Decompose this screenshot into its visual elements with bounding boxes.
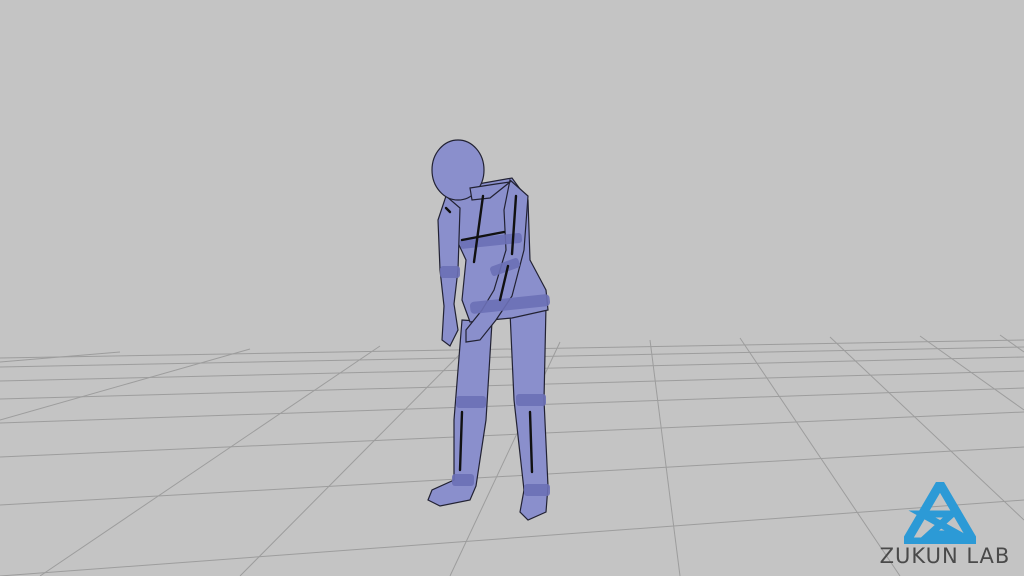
zukun-lab-logo: ZUKUN LAB: [866, 480, 1024, 576]
3d-viewport[interactable]: ZUKUN LAB: [0, 0, 1024, 576]
mannequin-figure[interactable]: [427, 139, 549, 521]
logo-text: ZUKUN LAB: [879, 544, 1011, 568]
triangle-z-logo-icon: [904, 482, 976, 544]
